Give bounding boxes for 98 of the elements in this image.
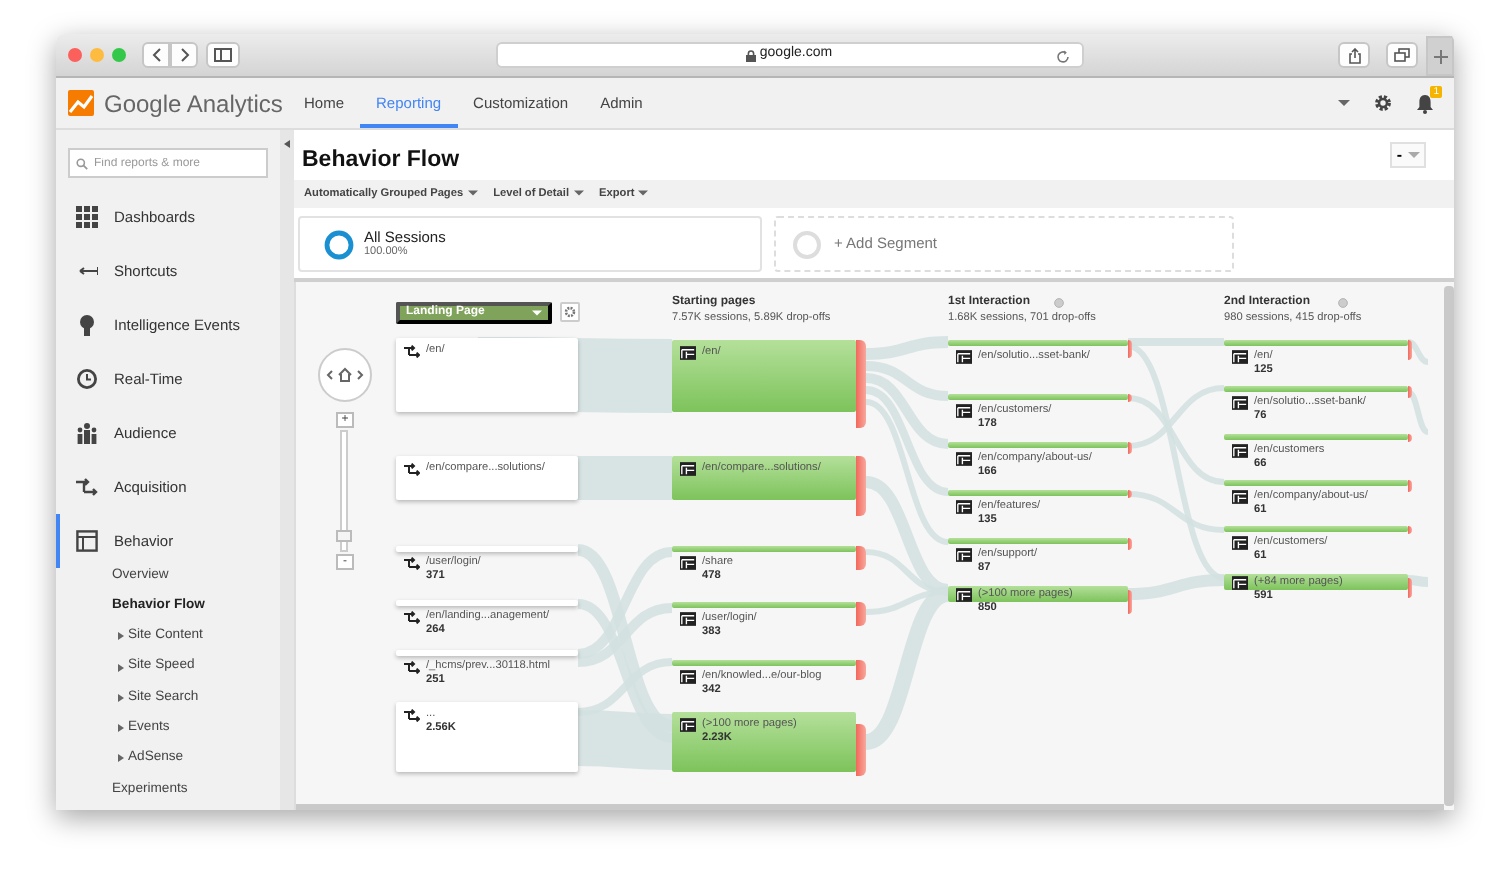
- info-icon: [1054, 297, 1065, 307]
- table-icon: [956, 350, 972, 364]
- triangle-icon: [118, 693, 124, 702]
- view-menu-button[interactable]: -: [1390, 142, 1426, 168]
- page-node-bar[interactable]: [948, 490, 1128, 496]
- clock-icon: [76, 368, 98, 390]
- lock-icon: [745, 49, 756, 61]
- pan-control[interactable]: [318, 348, 372, 402]
- arrows-icon: [404, 344, 420, 358]
- circle-icon: [792, 229, 822, 259]
- report-title: Behavior Flow: [302, 147, 460, 175]
- share-button[interactable]: [1338, 42, 1370, 68]
- window-minimize-button[interactable]: [90, 48, 104, 62]
- page-node-bar[interactable]: [948, 586, 1128, 602]
- tabs-icon: [1394, 48, 1410, 62]
- bulb-icon: [76, 314, 98, 336]
- plus-icon: [1433, 49, 1447, 63]
- triangle-icon: [118, 663, 124, 672]
- arrows-icon: [76, 476, 98, 498]
- table-icon: [680, 556, 696, 570]
- sidebar-icon: [214, 48, 232, 62]
- settings-button[interactable]: [560, 302, 580, 322]
- table-icon: [1232, 576, 1248, 590]
- drop-off-bar: [856, 724, 866, 776]
- table-icon: [1232, 350, 1248, 364]
- table-icon: [680, 718, 696, 732]
- chevron-left-icon: [151, 48, 161, 62]
- drop-off-bar: [856, 660, 866, 680]
- page-node-bar[interactable]: [948, 340, 1128, 346]
- table-icon: [680, 670, 696, 684]
- table-icon: [1232, 396, 1248, 410]
- table-icon: [956, 452, 972, 466]
- gear-icon: [564, 306, 576, 318]
- notifications-icon[interactable]: [1416, 93, 1434, 113]
- page-node-bar[interactable]: [1224, 386, 1408, 392]
- page-node-bar[interactable]: [948, 538, 1128, 544]
- page-node-bar[interactable]: [1224, 526, 1408, 532]
- reload-icon[interactable]: [1055, 50, 1069, 64]
- settings-icon[interactable]: [1374, 94, 1392, 112]
- page-node-bar[interactable]: [672, 602, 856, 608]
- triangle-icon: [118, 754, 124, 763]
- caret-icon: [467, 190, 478, 197]
- window-zoom-button[interactable]: [112, 48, 126, 62]
- window-close-button[interactable]: [68, 48, 82, 62]
- page-node-bar[interactable]: [1224, 480, 1408, 486]
- table-icon: [1232, 444, 1248, 458]
- page-node-bar[interactable]: [1224, 340, 1408, 346]
- table-icon: [680, 462, 696, 476]
- drop-off-bar: [856, 546, 866, 570]
- page-node-bar[interactable]: [948, 442, 1128, 448]
- caret-icon: [573, 190, 584, 197]
- caret-icon: [1408, 152, 1420, 158]
- forward-button[interactable]: [170, 42, 198, 68]
- drop-off-bar: [856, 340, 866, 428]
- table-icon: [956, 548, 972, 562]
- caret-icon: [638, 190, 649, 197]
- arrows-icon: [404, 660, 420, 674]
- table-icon: [1232, 536, 1248, 550]
- table-icon: [680, 612, 696, 626]
- drop-off-bar: [856, 456, 866, 516]
- dropdown-caret-icon[interactable]: [1338, 100, 1350, 106]
- page-node-bar[interactable]: [1224, 434, 1408, 440]
- page-node-bar[interactable]: [1224, 574, 1408, 590]
- drop-off-bar: [856, 602, 866, 626]
- collapse-arrow-icon[interactable]: [284, 140, 290, 148]
- chevron-right-icon: [179, 48, 189, 62]
- new-tab-button[interactable]: [1426, 36, 1454, 76]
- page-node-bar[interactable]: [672, 546, 856, 552]
- vertical-scrollbar[interactable]: [1444, 286, 1454, 806]
- page-node-bar[interactable]: [672, 660, 856, 666]
- info-icon: [1338, 297, 1349, 307]
- horizontal-scrollbar[interactable]: [296, 804, 1444, 810]
- tabs-button[interactable]: [1386, 42, 1418, 68]
- ring-icon: [324, 229, 354, 259]
- table-icon: [956, 404, 972, 418]
- caret-icon: [532, 310, 542, 316]
- page-node-bar[interactable]: [948, 394, 1128, 400]
- people-icon: [76, 422, 98, 444]
- arrows-icon: [404, 610, 420, 624]
- grid-icon: [76, 206, 98, 228]
- arrows-icon: [404, 462, 420, 476]
- zoom-thumb[interactable]: [336, 529, 352, 542]
- triangle-icon: [118, 724, 124, 733]
- window-icon: [76, 530, 98, 552]
- table-icon: [956, 500, 972, 514]
- sidebar-toggle-button[interactable]: [206, 42, 240, 68]
- arrows-icon: [404, 556, 420, 570]
- app-logo-text: Google Analytics: [104, 87, 283, 121]
- arrows-icon: [404, 708, 420, 722]
- search-icon: [76, 158, 88, 170]
- table-icon: [1232, 490, 1248, 504]
- chart-logo-icon: [68, 90, 94, 116]
- share-icon: [1347, 47, 1361, 63]
- triangle-icon: [118, 632, 124, 641]
- table-icon: [956, 588, 972, 602]
- table-icon: [680, 346, 696, 360]
- zoom-track[interactable]: [340, 430, 348, 552]
- back-button[interactable]: [142, 42, 170, 68]
